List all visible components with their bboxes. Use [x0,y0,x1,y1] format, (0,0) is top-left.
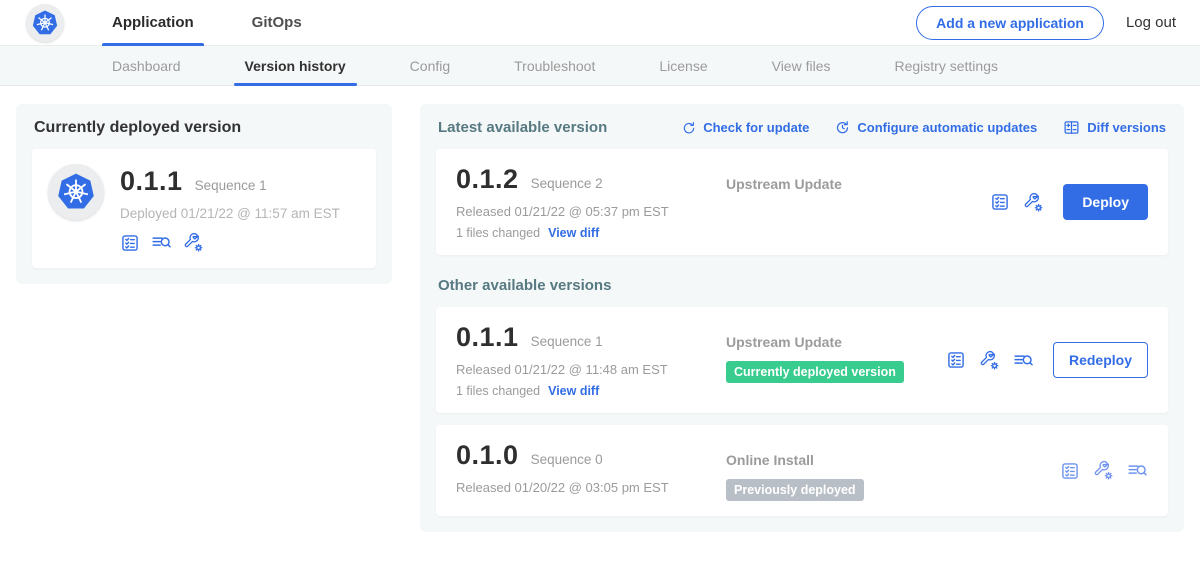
sequence-label: Sequence 1 [531,334,603,349]
config-icon[interactable] [979,350,1000,371]
latest-available-title: Latest available version [438,119,607,136]
version-actions [1060,440,1148,501]
config-icon[interactable] [183,232,204,253]
refresh-icon [682,121,696,135]
tab-gitops[interactable]: GitOps [246,0,308,46]
preflight-checks-icon[interactable] [946,350,966,370]
redeploy-button[interactable]: Redeploy [1053,342,1148,378]
main-content: Currently deployed version 0.1.1 Sequenc… [0,86,1200,532]
deployed-action-icons [120,232,340,253]
subnav-tab-label: View files [772,58,831,74]
sequence-label: Sequence 0 [531,452,603,467]
configure-automatic-updates-link[interactable]: Configure automatic updates [835,120,1037,135]
top-nav: Application GitOps Add a new application… [0,0,1200,46]
config-icon[interactable] [1023,192,1044,213]
subnav-tab-label: Registry settings [895,58,998,74]
version-row-0-1-2: 0.1.2 Sequence 2 Released 01/21/22 @ 05:… [436,149,1168,255]
version-source: Online Install Previously deployed [704,440,1060,501]
version-row-0-1-0: 0.1.0 Sequence 0 Released 01/20/22 @ 03:… [436,425,1168,516]
currently-deployed-title: Currently deployed version [34,119,376,137]
subnav-tab-dashboard[interactable]: Dashboard [109,46,184,86]
config-icon[interactable] [1093,460,1114,481]
deploy-logs-icon[interactable] [1013,350,1034,371]
previously-deployed-badge: Previously deployed [726,479,864,501]
preflight-checks-icon[interactable] [1060,461,1080,481]
kubernetes-logo-icon [30,8,60,38]
other-versions-list: 0.1.1 Sequence 1 Released 01/21/22 @ 11:… [436,307,1168,516]
top-nav-right: Add a new application Log out [916,6,1176,40]
version-number: 0.1.1 [456,322,519,353]
currently-deployed-panel: Currently deployed version 0.1.1 Sequenc… [16,104,392,284]
top-nav-tabs: Application GitOps [106,0,308,46]
diff-icon [1063,119,1080,136]
panel-actions: Check for update Configure automatic upd… [682,119,1166,136]
source-label: Upstream Update [726,334,946,350]
version-actions: Deploy [990,164,1148,240]
version-number: 0.1.2 [456,164,519,195]
app-sub-nav: Dashboard Version history Config Trouble… [0,46,1200,86]
version-actions: Redeploy [946,322,1148,398]
released-timestamp: Released 01/20/22 @ 03:05 pm EST [456,480,704,495]
deploy-logs-icon[interactable] [151,232,172,253]
subnav-tab-license[interactable]: License [656,46,710,86]
add-application-button[interactable]: Add a new application [916,6,1104,40]
files-changed-label: 1 files changed [456,384,540,398]
source-label: Upstream Update [726,176,990,192]
sequence-label: Sequence 2 [531,176,603,191]
files-changed-label: 1 files changed [456,226,540,240]
configure-automatic-updates-label: Configure automatic updates [857,120,1037,135]
preflight-checks-icon[interactable] [120,233,140,253]
currently-deployed-card: 0.1.1 Sequence 1 Deployed 01/21/22 @ 11:… [32,149,376,268]
subnav-tab-label: Troubleshoot [514,58,595,74]
released-timestamp: Released 01/21/22 @ 11:48 am EST [456,362,704,377]
deployed-timestamp: Deployed 01/21/22 @ 11:57 am EST [120,206,340,221]
app-logo[interactable] [26,4,64,42]
check-for-update-label: Check for update [703,120,809,135]
latest-version-header-row: Latest available version Check for updat… [438,119,1166,136]
source-label: Online Install [726,452,1060,468]
subnav-tab-config[interactable]: Config [407,46,453,86]
check-for-update-link[interactable]: Check for update [682,120,809,135]
tab-application-label: Application [112,14,194,31]
version-history-panel: Latest available version Check for updat… [420,104,1184,532]
view-diff-link[interactable]: View diff [548,226,599,240]
version-source: Upstream Update Currently deployed versi… [704,322,946,398]
version-number: 0.1.0 [456,440,519,471]
deployed-info: 0.1.1 Sequence 1 Deployed 01/21/22 @ 11:… [120,164,340,253]
deployed-sequence-label: Sequence 1 [195,178,267,193]
logout-link[interactable]: Log out [1126,14,1176,31]
subnav-tab-label: Config [410,58,450,74]
subnav-tab-label: Version history [245,58,346,74]
subnav-tab-label: Dashboard [112,58,181,74]
other-available-title: Other available versions [438,277,1166,294]
version-row-0-1-1: 0.1.1 Sequence 1 Released 01/21/22 @ 11:… [436,307,1168,413]
version-info: 0.1.0 Sequence 0 Released 01/20/22 @ 03:… [456,440,704,501]
currently-deployed-badge: Currently deployed version [726,361,904,383]
subnav-tab-label: License [659,58,707,74]
deploy-button[interactable]: Deploy [1063,184,1148,220]
version-info: 0.1.1 Sequence 1 Released 01/21/22 @ 11:… [456,322,704,398]
subnav-tab-view-files[interactable]: View files [769,46,834,86]
preflight-checks-icon[interactable] [990,192,1010,212]
app-version-logo [48,164,104,220]
subnav-tab-registry-settings[interactable]: Registry settings [892,46,1001,86]
deployed-version-number: 0.1.1 [120,166,183,197]
version-info: 0.1.2 Sequence 2 Released 01/21/22 @ 05:… [456,164,704,240]
kubernetes-logo-icon [54,170,98,214]
diff-versions-label: Diff versions [1087,120,1166,135]
tab-gitops-label: GitOps [252,14,302,31]
released-timestamp: Released 01/21/22 @ 05:37 pm EST [456,204,704,219]
subnav-tab-troubleshoot[interactable]: Troubleshoot [511,46,598,86]
subnav-tab-version-history[interactable]: Version history [242,46,349,86]
clock-refresh-icon [835,120,850,135]
deploy-logs-icon[interactable] [1127,460,1148,481]
tab-application[interactable]: Application [106,0,200,46]
view-diff-link[interactable]: View diff [548,384,599,398]
version-source: Upstream Update [704,164,990,240]
diff-versions-link[interactable]: Diff versions [1063,119,1166,136]
